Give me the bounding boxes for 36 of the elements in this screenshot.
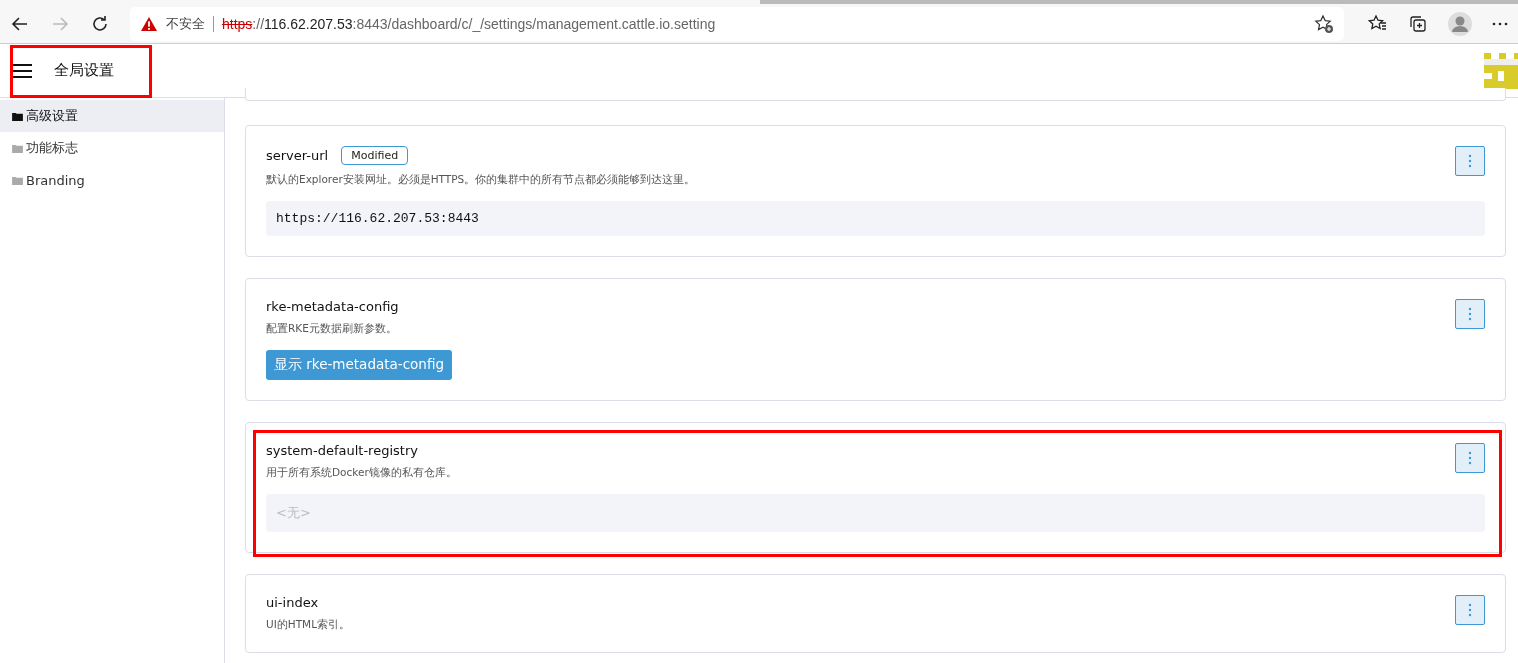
collections-icon[interactable] <box>1408 13 1428 34</box>
setting-name: rke-metadata-config <box>266 299 399 314</box>
setting-name: server-url <box>266 148 329 163</box>
warning-icon <box>140 15 158 32</box>
folder-icon <box>12 111 23 121</box>
reload-icon[interactable] <box>90 13 110 34</box>
folder-icon <box>12 143 23 153</box>
profile-avatar-icon[interactable] <box>1448 11 1472 36</box>
url-text: https://116.62.207.53:8443/dashboard/c/_/settings/management.cattle.io.setting <box>222 15 717 32</box>
setting-description: 用于所有系统Docker镜像的私有仓库。 <box>266 466 457 480</box>
setting-description: 默认的Explorer安装网址。必须是HTTPS。你的集群中的所有节点都必须能够到达这里。 <box>266 173 696 187</box>
page-title: 全局设置 <box>54 61 114 80</box>
address-bar[interactable]: 不安全 https://116.62.207.53:8443/dashboard/c/_/settings/management.cattle.io.setting <box>130 6 1344 41</box>
setting-name: system-default-registry <box>266 443 418 458</box>
star-add-icon[interactable] <box>1314 13 1334 34</box>
more-vertical-icon <box>1468 603 1472 617</box>
more-vertical-icon <box>1468 307 1472 321</box>
setting-value: <无> <box>266 494 1485 532</box>
sidebar-item[interactable]: Branding <box>0 164 224 196</box>
folder-icon <box>12 175 23 185</box>
sidebar-item[interactable]: 功能标志 <box>0 132 224 164</box>
modified-badge: Modified <box>341 146 409 165</box>
more-vertical-icon <box>1468 154 1472 168</box>
actions-menu-button[interactable] <box>1455 299 1485 329</box>
more-options-icon[interactable] <box>1492 21 1508 26</box>
setting-value: https://116.62.207.53:8443 <box>266 201 1485 236</box>
security-label: 不安全 <box>166 14 205 33</box>
setting-name: ui-index <box>266 595 319 610</box>
setting-description: UI的HTML索引。 <box>266 618 350 632</box>
actions-menu-button[interactable] <box>1455 595 1485 625</box>
more-vertical-icon <box>1468 451 1472 465</box>
actions-menu-button[interactable] <box>1455 443 1485 473</box>
sidebar-item[interactable]: 高级设置 <box>0 100 224 132</box>
actions-menu-button[interactable] <box>1455 146 1485 176</box>
setting-description: 配置RKE元数据刷新参数。 <box>266 322 398 336</box>
menu-icon[interactable] <box>12 62 32 79</box>
